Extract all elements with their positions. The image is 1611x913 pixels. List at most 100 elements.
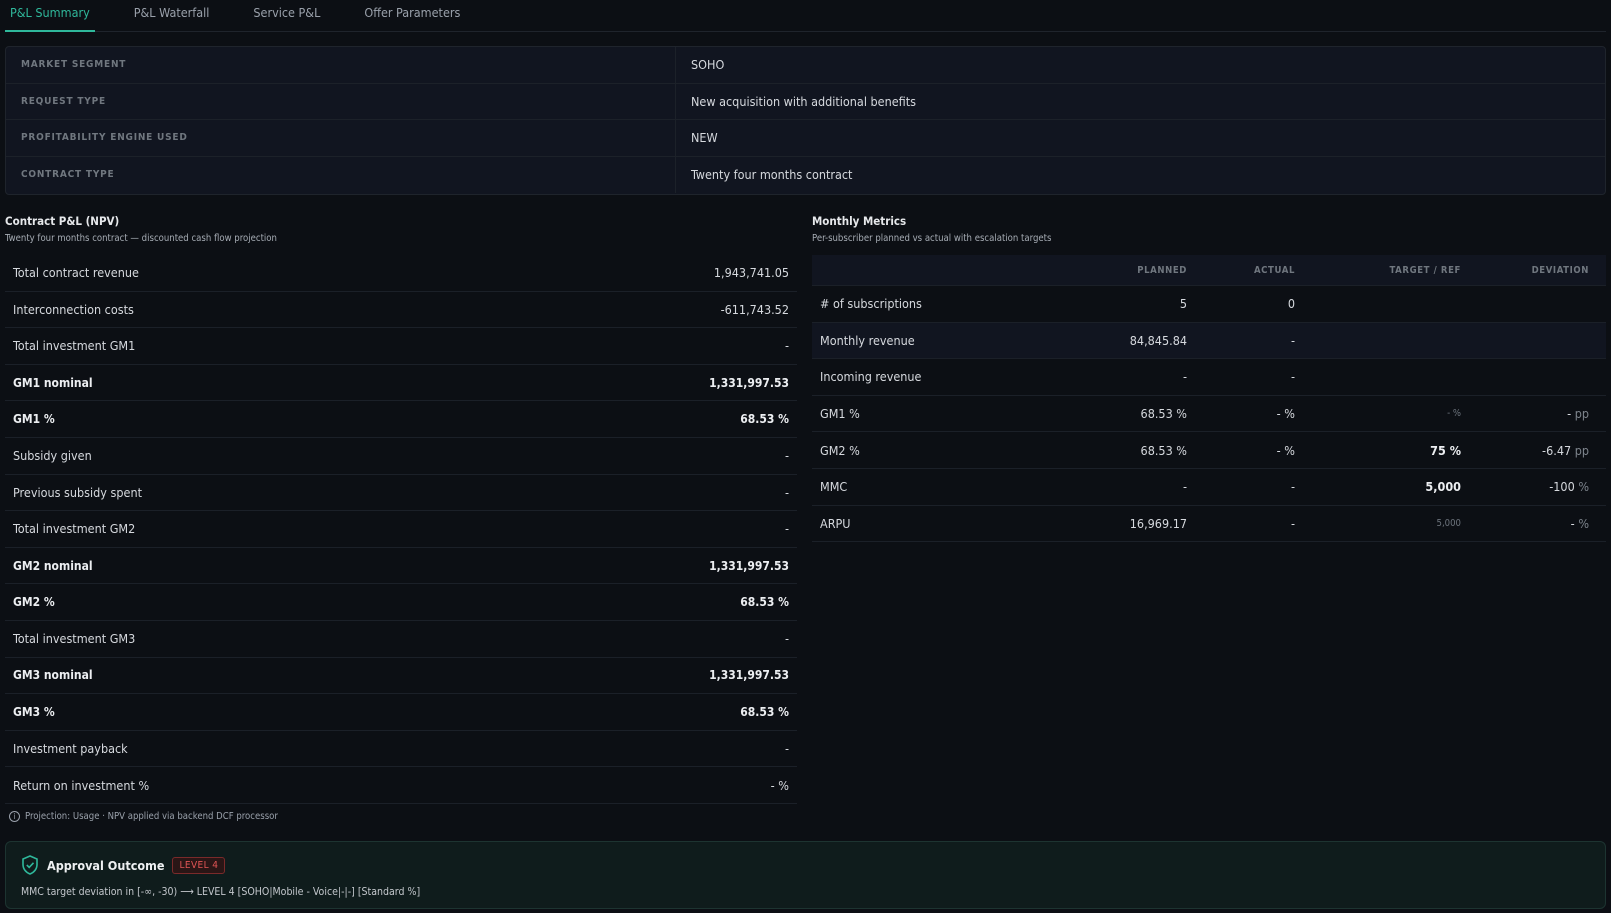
info-row-profitability-engine: PROFITABILITY ENGINE USED NEW (6, 120, 1605, 157)
pnl-label: GM1 % (13, 412, 55, 427)
pnl-value: 1,943,741.05 (713, 265, 789, 281)
metric-actual: - (1290, 515, 1295, 531)
pnl-row: GM1 nominal 1,331,997.53 (5, 365, 797, 402)
metric-actual: - (1290, 332, 1295, 348)
pnl-value: - (784, 631, 789, 647)
metric-actual: - (1290, 479, 1295, 495)
metric-target: - % (1447, 408, 1461, 420)
metric-planned: 5 (1179, 296, 1187, 312)
pnl-value: 68.53 % (740, 595, 789, 610)
pnl-value: 1,331,997.53 (709, 558, 789, 573)
pnl-row: Previous subsidy spent - (5, 475, 797, 512)
metric-name: # of subscriptions (820, 296, 922, 312)
metric-actual: - % (1276, 406, 1295, 422)
metric-planned: 68.53 % (1140, 406, 1187, 422)
pnl-label: GM3 % (13, 704, 55, 719)
tab-pl-waterfall[interactable]: P&L Waterfall (129, 0, 215, 32)
header-deviation: DEVIATION (1531, 264, 1589, 276)
metric-deviation: -6.47 pp (1461, 443, 1597, 458)
metric-planned: 16,969.17 (1129, 515, 1187, 531)
pnl-value: - (784, 521, 789, 537)
metrics-row: GM1 % 68.53 % - % - % - pp (812, 396, 1606, 433)
metric-planned: 84,845.84 (1129, 332, 1187, 348)
info-label: CONTRACT TYPE (6, 156, 676, 193)
metrics-row: Monthly revenue 84,845.84 - (812, 322, 1606, 360)
pnl-value: - % (770, 777, 789, 793)
pnl-row: Investment payback - (5, 731, 797, 768)
approval-title: Approval Outcome (47, 857, 165, 873)
metrics-row: MMC - -5,000 -100 % (812, 469, 1606, 506)
pnl-value: - (784, 484, 789, 500)
contract-pl-header: Contract P&L (NPV) Twenty four months co… (5, 214, 795, 244)
pnl-row: GM1 % 68.53 % (5, 401, 797, 438)
pnl-label: Total contract revenue (13, 265, 139, 281)
header-actual: ACTUAL (1253, 264, 1295, 276)
pnl-label: Total investment GM2 (13, 521, 136, 537)
info-label: MARKET SEGMENT (6, 47, 676, 83)
pnl-row: GM2 nominal 1,331,997.53 (5, 548, 797, 585)
contract-pl-subtitle: Twenty four months contract — discounted… (5, 233, 277, 244)
metrics-row: ARPU 16,969.17-5,000- % (812, 506, 1606, 543)
metric-name: GM2 % (820, 442, 860, 458)
monthly-metrics-table: PLANNED ACTUAL TARGET / REF DEVIATION # … (812, 255, 1606, 543)
pnl-value: 68.53 % (740, 412, 789, 427)
deviation-value: -6.47 (1542, 442, 1572, 458)
tab-service-pl[interactable]: Service P&L (248, 0, 325, 32)
pnl-value: - (784, 741, 789, 757)
metrics-row: # of subscriptions 5 0 (812, 286, 1606, 323)
info-value: New acquisition with additional benefits (691, 93, 916, 109)
pnl-row: GM2 % 68.53 % (5, 584, 797, 621)
approval-header: Approval Outcome LEVEL 4 (21, 855, 226, 875)
projection-note: i Projection: Usage · NPV applied via ba… (9, 811, 278, 822)
pnl-row: Total investment GM3 - (5, 621, 797, 658)
pnl-value: 1,331,997.53 (709, 375, 789, 390)
pnl-row: GM3 nominal 1,331,997.53 (5, 658, 797, 695)
tab-pl-summary[interactable]: P&L Summary (5, 0, 95, 32)
metric-actual: 0 (1287, 296, 1295, 312)
info-row-request-type: REQUEST TYPE New acquisition with additi… (6, 83, 1605, 120)
approval-rule-text: MMC target deviation in [-∞, -30) ⟶ LEVE… (21, 886, 421, 898)
header-target: TARGET / REF (1389, 264, 1461, 276)
deviation-unit: % (1578, 479, 1589, 495)
pnl-label: Total investment GM3 (13, 631, 136, 647)
info-label: PROFITABILITY ENGINE USED (6, 120, 676, 156)
metric-name: Incoming revenue (820, 369, 922, 385)
metric-planned: 68.53 % (1140, 442, 1187, 458)
approval-level-badge: LEVEL 4 (172, 856, 226, 874)
pnl-row: Interconnection costs -611,743.52 (5, 292, 797, 329)
info-label: REQUEST TYPE (6, 83, 676, 119)
monthly-metrics-subtitle: Per-subscriber planned vs actual with es… (812, 233, 1052, 244)
pnl-label: Return on investment % (13, 777, 150, 793)
pnl-row: Subsidy given - (5, 438, 797, 475)
contract-pl-title: Contract P&L (NPV) (5, 214, 120, 228)
metric-target: 5,000 (1436, 517, 1461, 529)
metric-target: 5,000 (1425, 479, 1461, 495)
approval-outcome-panel: Approval Outcome LEVEL 4 MMC target devi… (5, 841, 1606, 909)
monthly-metrics-header: Monthly Metrics Per-subscriber planned v… (812, 214, 1602, 244)
info-value: NEW (691, 130, 718, 145)
tab-bar: P&L Summary P&L Waterfall Service P&L Of… (5, 0, 1606, 32)
tab-offer-parameters[interactable]: Offer Parameters (359, 0, 465, 32)
contract-pl-table: Total contract revenue 1,943,741.05 Interc… (5, 255, 797, 804)
pnl-value: - (784, 338, 789, 354)
deviation-value: - (1570, 515, 1575, 531)
monthly-metrics-title: Monthly Metrics (812, 214, 907, 228)
pnl-value: 68.53 % (740, 704, 789, 719)
projection-description: · NPV applied via backend DCF processor (102, 811, 278, 822)
metric-name: GM1 % (820, 406, 860, 422)
metric-planned: - (1182, 369, 1187, 385)
metric-actual: - % (1276, 442, 1295, 458)
metrics-row: Incoming revenue - - (812, 359, 1606, 396)
shield-check-icon (22, 855, 38, 875)
info-value: Twenty four months contract (691, 166, 853, 182)
pnl-row: Total investment GM1 - (5, 328, 797, 365)
metric-deviation: -100 % (1461, 479, 1597, 494)
pnl-label: GM1 nominal (13, 375, 93, 390)
header-planned: PLANNED (1137, 264, 1187, 276)
pnl-value: -611,743.52 (720, 301, 789, 317)
metric-name: MMC (820, 479, 848, 495)
metric-deviation: - % (1461, 516, 1597, 531)
pnl-label: Subsidy given (13, 448, 92, 464)
deviation-value: - (1567, 406, 1572, 422)
deviation-value: -100 (1549, 479, 1575, 495)
